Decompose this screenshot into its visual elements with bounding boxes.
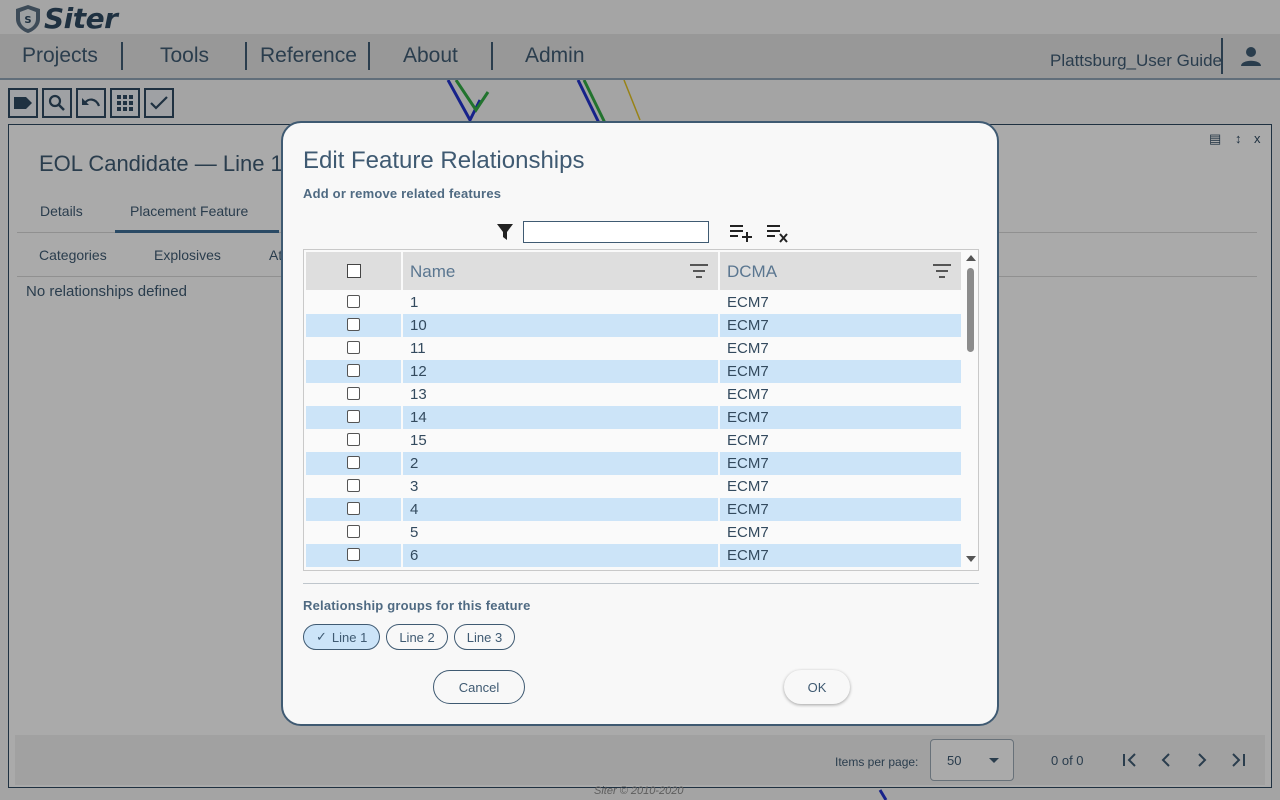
name-cell: 6 <box>410 547 419 564</box>
scroll-down-arrow-icon[interactable] <box>966 556 976 562</box>
dcma-cell: ECM7 <box>727 317 769 334</box>
dcma-cell: ECM7 <box>727 386 769 403</box>
row-checkbox[interactable] <box>347 410 360 423</box>
table-row[interactable]: 13 ECM7 <box>306 383 962 406</box>
dialog-subtitle: Add or remove related features <box>303 186 502 201</box>
name-cell: 12 <box>410 363 427 380</box>
scroll-up-arrow-icon[interactable] <box>966 255 976 261</box>
filter-input[interactable] <box>523 221 709 243</box>
dcma-cell: ECM7 <box>727 363 769 380</box>
table-row[interactable]: 14 ECM7 <box>306 406 962 429</box>
name-column-label: Name <box>410 262 456 281</box>
group-chip-label: Line 3 <box>466 629 503 645</box>
table-row[interactable]: 12 ECM7 <box>306 360 962 383</box>
row-checkbox[interactable] <box>347 341 360 354</box>
name-cell: 3 <box>410 478 419 495</box>
dcma-cell: ECM7 <box>727 524 769 541</box>
name-cell: 15 <box>410 432 427 449</box>
dcma-cell: ECM7 <box>727 409 769 426</box>
features-grid: Name DCMA 1 ECM7 10 ECM7 11 ECM7 12 ECM7 13 E… <box>303 249 979 571</box>
row-checkbox[interactable] <box>347 456 360 469</box>
select-all-checkbox[interactable] <box>347 264 361 278</box>
dcma-cell: ECM7 <box>727 455 769 472</box>
name-cell: 4 <box>410 501 419 518</box>
group-chip-line-1[interactable]: ✓ Line 1 <box>303 624 381 650</box>
dcma-cell: ECM7 <box>727 340 769 357</box>
group-chip-line-3[interactable]: Line 3 <box>453 624 516 650</box>
table-row[interactable]: 6 ECM7 <box>306 544 962 567</box>
table-row[interactable]: 2 ECM7 <box>306 452 962 475</box>
row-checkbox[interactable] <box>347 548 360 561</box>
group-chip-label: Line 1 <box>331 629 368 645</box>
table-row[interactable]: 11 ECM7 <box>306 337 962 360</box>
dcma-column-header[interactable]: DCMA <box>720 252 961 290</box>
row-checkbox[interactable] <box>347 433 360 446</box>
table-row[interactable]: 10 ECM7 <box>306 314 962 337</box>
row-checkbox[interactable] <box>347 502 360 515</box>
dialog-title: Edit Feature Relationships <box>303 147 585 174</box>
row-checkbox[interactable] <box>347 295 360 308</box>
row-checkbox[interactable] <box>347 479 360 492</box>
name-sort-icon[interactable] <box>690 264 708 278</box>
dcma-cell: ECM7 <box>727 547 769 564</box>
check-icon: ✓ <box>316 629 327 644</box>
group-chip-label: Line 2 <box>399 629 435 645</box>
grid-body: 1 ECM7 10 ECM7 11 ECM7 12 ECM7 13 ECM7 14 ECM7… <box>306 291 962 570</box>
name-cell: 11 <box>410 340 426 357</box>
name-cell: 14 <box>410 409 427 426</box>
name-column-header[interactable]: Name <box>403 252 718 290</box>
row-checkbox[interactable] <box>347 318 360 331</box>
remove-all-icon[interactable] <box>766 222 790 244</box>
row-checkbox[interactable] <box>347 364 360 377</box>
row-checkbox[interactable] <box>347 525 360 538</box>
name-cell: 13 <box>410 386 427 403</box>
relationship-group-chips: ✓ Line 1 Line 2 Line 3 <box>303 624 516 650</box>
table-row[interactable]: 4 ECM7 <box>306 498 962 521</box>
edit-relationships-dialog: Edit Feature Relationships Add or remove… <box>281 121 999 726</box>
dcma-cell: ECM7 <box>727 294 769 311</box>
filter-icon <box>497 224 513 240</box>
scrollbar-thumb[interactable] <box>967 268 974 352</box>
table-row[interactable]: 15 ECM7 <box>306 429 962 452</box>
dcma-cell: ECM7 <box>727 501 769 518</box>
select-all-header <box>306 252 401 290</box>
name-cell: 10 <box>410 317 427 334</box>
grid-scrollbar[interactable] <box>963 250 978 570</box>
cancel-button[interactable]: Cancel <box>433 670 525 704</box>
table-row[interactable]: 1 ECM7 <box>306 291 962 314</box>
name-cell: 2 <box>410 455 419 472</box>
dcma-cell: ECM7 <box>727 478 769 495</box>
ok-button[interactable]: OK <box>784 670 850 704</box>
dcma-cell: ECM7 <box>727 432 769 449</box>
name-cell: 5 <box>410 524 419 541</box>
name-cell: 1 <box>410 294 419 311</box>
table-row[interactable]: 5 ECM7 <box>306 521 962 544</box>
add-all-icon[interactable] <box>729 222 753 244</box>
row-checkbox[interactable] <box>347 387 360 400</box>
groups-label: Relationship groups for this feature <box>303 598 531 613</box>
dcma-sort-icon[interactable] <box>933 264 951 278</box>
table-row[interactable]: 3 ECM7 <box>306 475 962 498</box>
dcma-column-label: DCMA <box>727 262 778 281</box>
section-divider <box>303 583 979 584</box>
group-chip-line-2[interactable]: Line 2 <box>386 624 448 650</box>
